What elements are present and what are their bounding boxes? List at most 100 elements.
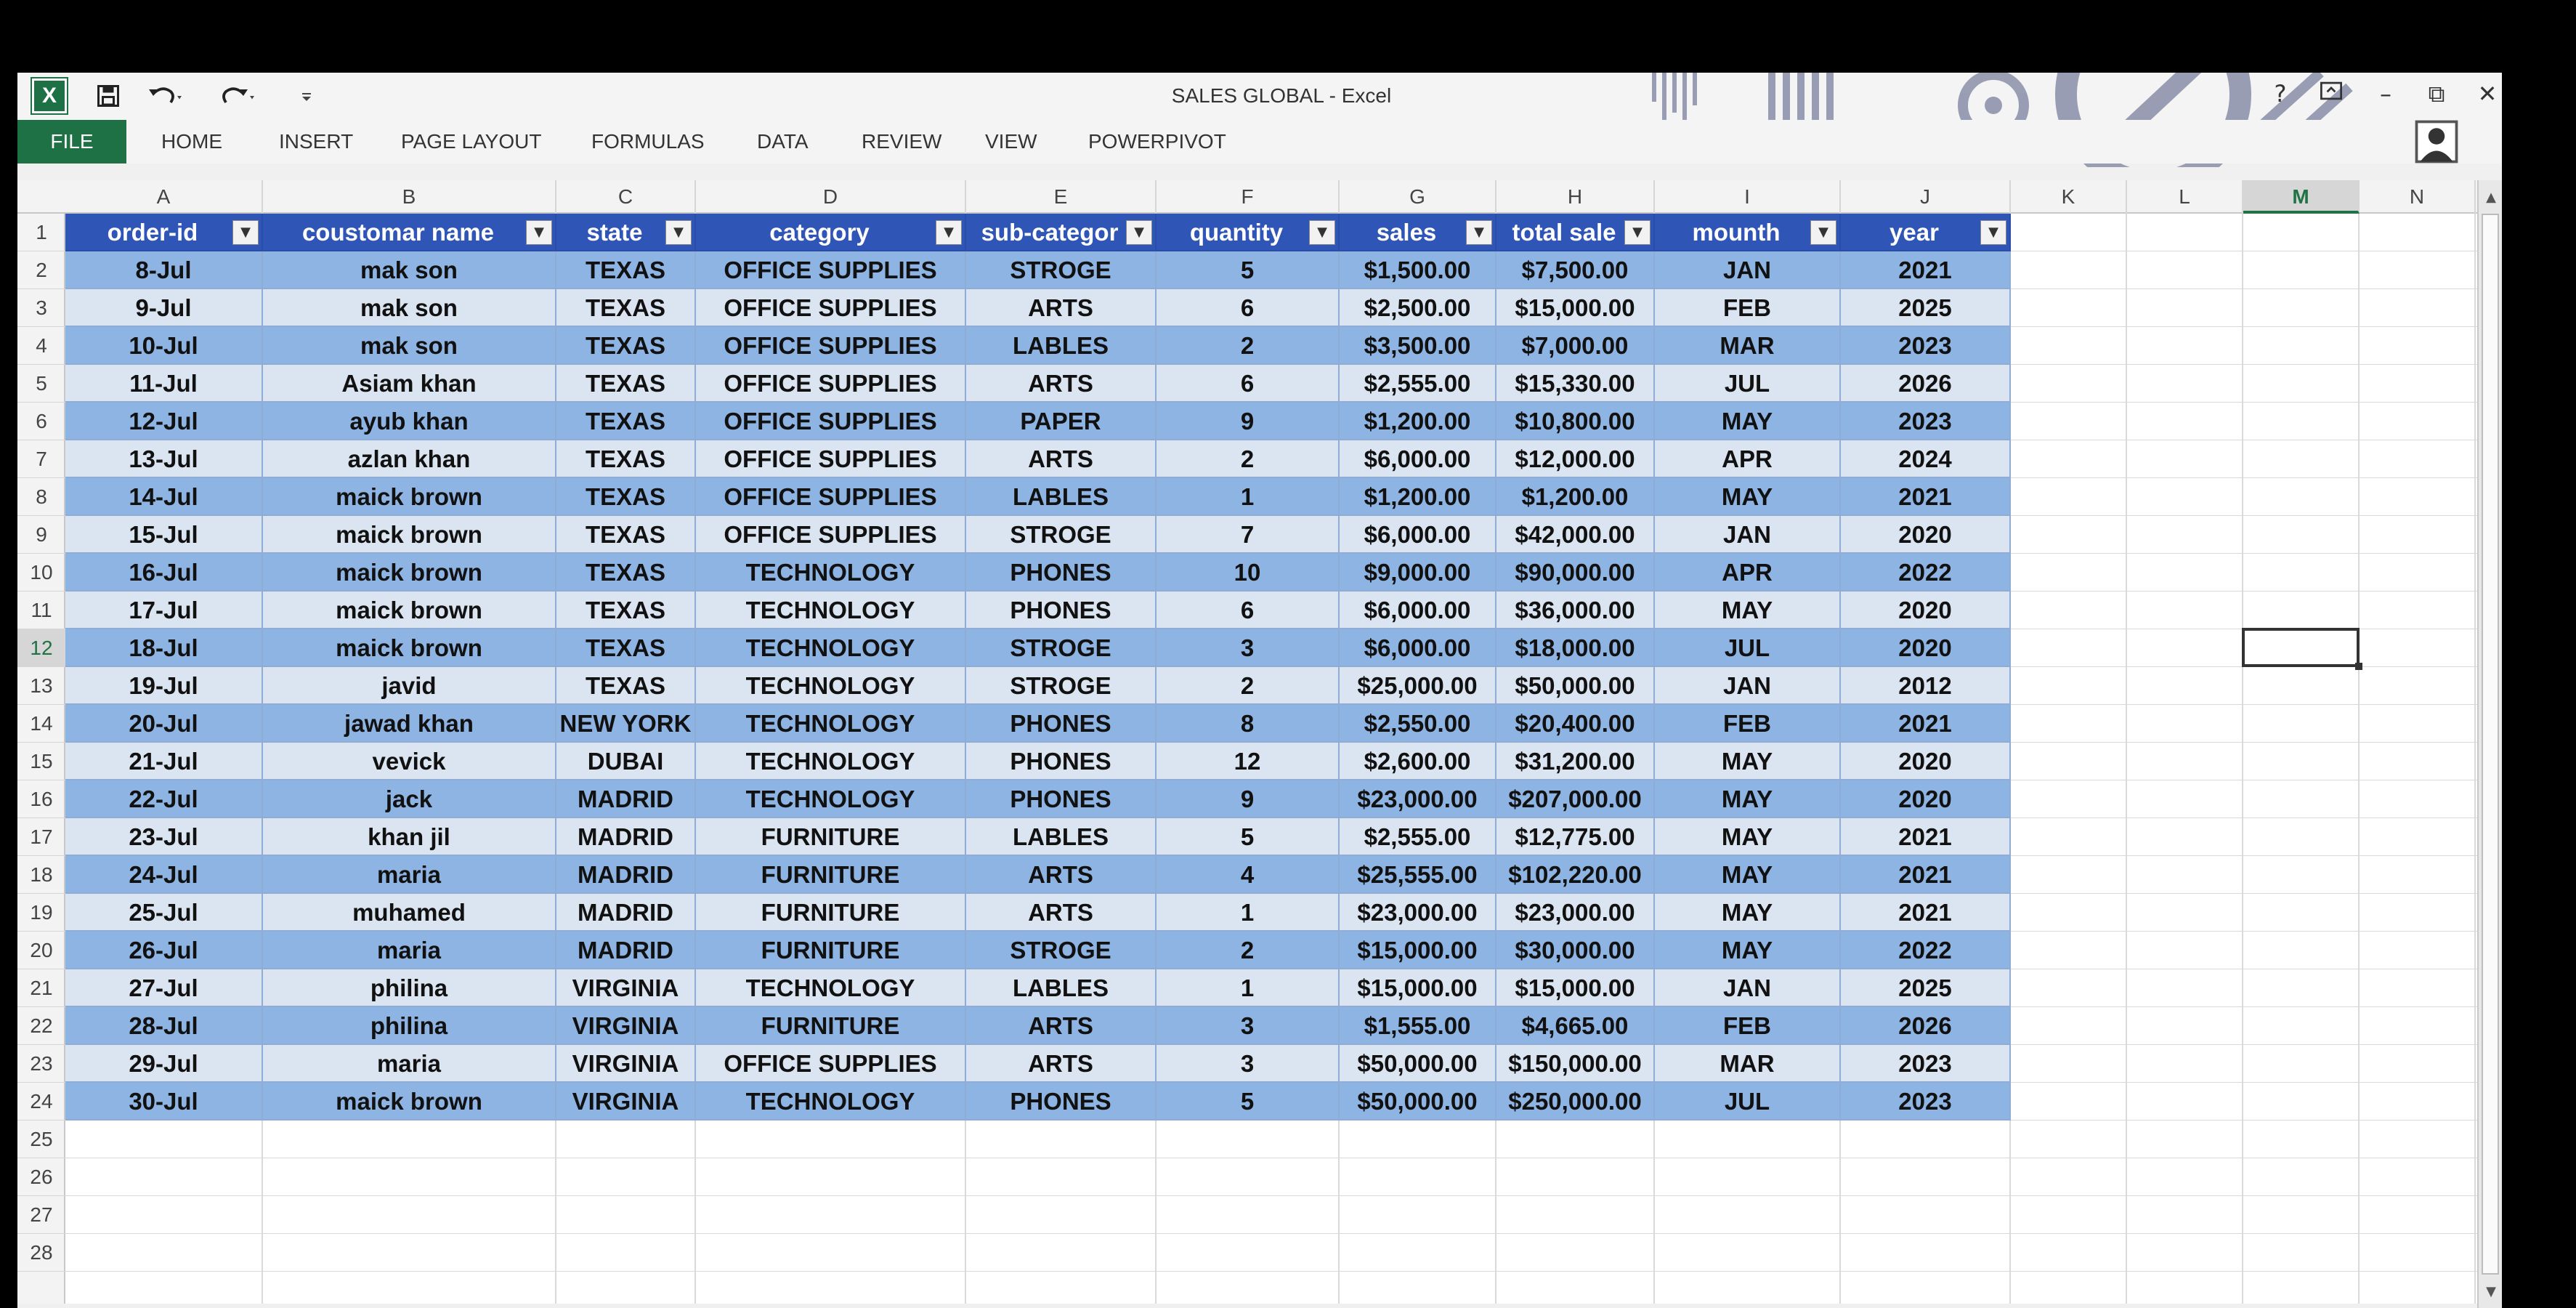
column-header-a[interactable]: A <box>65 180 263 214</box>
filter-dropdown-icon[interactable]: ▼ <box>1624 220 1650 245</box>
table-cell[interactable]: VIRGINIA <box>556 1007 696 1045</box>
table-header-cell[interactable]: order-id ▼ <box>65 214 263 251</box>
table-cell[interactable]: PHONES <box>966 592 1157 629</box>
row-header-18[interactable]: 18 <box>17 856 65 894</box>
row-header-14[interactable]: 14 <box>17 705 65 743</box>
table-cell[interactable]: OFFICE SUPPLIES <box>696 327 966 365</box>
table-cell[interactable]: 6 <box>1157 289 1340 327</box>
scroll-down-icon[interactable]: ▼ <box>2479 1277 2502 1307</box>
table-cell[interactable]: 8 <box>1157 705 1340 743</box>
table-cell[interactable]: $250,000.00 <box>1496 1083 1655 1121</box>
table-cell[interactable]: TEXAS <box>556 478 696 516</box>
table-cell[interactable]: ARTS <box>966 894 1157 932</box>
table-cell[interactable]: 7 <box>1157 516 1340 554</box>
table-cell[interactable]: $15,000.00 <box>1496 969 1655 1007</box>
table-cell[interactable]: TEXAS <box>556 365 696 403</box>
table-cell[interactable]: 1 <box>1157 969 1340 1007</box>
table-cell[interactable]: 2025 <box>1841 969 2011 1007</box>
table-cell[interactable]: 2 <box>1157 327 1340 365</box>
table-cell[interactable]: $3,500.00 <box>1340 327 1496 365</box>
row-header-12[interactable]: 12 <box>17 629 65 667</box>
table-cell[interactable]: $1,200.00 <box>1340 403 1496 440</box>
vertical-scrollbar[interactable]: ▲ ▼ <box>2477 180 2502 1308</box>
table-cell[interactable]: 28-Jul <box>65 1007 263 1045</box>
table-cell[interactable]: MAR <box>1655 327 1841 365</box>
table-cell[interactable]: MAY <box>1655 932 1841 969</box>
row-header-10[interactable]: 10 <box>17 554 65 592</box>
table-cell[interactable]: $31,200.00 <box>1496 743 1655 780</box>
table-cell[interactable]: FURNITURE <box>696 856 966 894</box>
row-header-20[interactable]: 20 <box>17 932 65 969</box>
table-cell[interactable]: PHONES <box>966 780 1157 818</box>
table-cell[interactable]: Asiam khan <box>263 365 556 403</box>
table-cell[interactable]: PHONES <box>966 554 1157 592</box>
minimize-button[interactable]: – <box>2368 80 2404 108</box>
table-cell[interactable]: FEB <box>1655 1007 1841 1045</box>
table-cell[interactable]: 2020 <box>1841 629 2011 667</box>
table-cell[interactable]: $6,000.00 <box>1340 516 1496 554</box>
table-cell[interactable]: 2023 <box>1841 1083 2011 1121</box>
tab-insert[interactable]: INSERT <box>279 130 353 153</box>
table-cell[interactable]: TECHNOLOGY <box>696 743 966 780</box>
table-cell[interactable]: $36,000.00 <box>1496 592 1655 629</box>
table-cell[interactable]: 3 <box>1157 1007 1340 1045</box>
table-cell[interactable]: 2 <box>1157 440 1340 478</box>
table-cell[interactable]: TEXAS <box>556 440 696 478</box>
customize-quick-access-icon[interactable] <box>292 80 321 112</box>
table-cell[interactable]: $23,000.00 <box>1340 780 1496 818</box>
table-cell[interactable]: OFFICE SUPPLIES <box>696 1045 966 1083</box>
table-cell[interactable]: OFFICE SUPPLIES <box>696 478 966 516</box>
tab-home[interactable]: HOME <box>161 130 222 153</box>
redo-icon[interactable] <box>214 80 264 112</box>
table-cell[interactable]: NEW YORK <box>556 705 696 743</box>
row-header-23[interactable]: 23 <box>17 1045 65 1083</box>
table-cell[interactable]: MAY <box>1655 478 1841 516</box>
table-cell[interactable]: ARTS <box>966 1045 1157 1083</box>
row-header-6[interactable]: 6 <box>17 403 65 440</box>
user-account-icon[interactable] <box>2415 120 2458 164</box>
table-cell[interactable]: maick brown <box>263 478 556 516</box>
table-cell[interactable]: 18-Jul <box>65 629 263 667</box>
table-cell[interactable]: muhamed <box>263 894 556 932</box>
table-cell[interactable]: JUL <box>1655 629 1841 667</box>
table-cell[interactable]: $20,400.00 <box>1496 705 1655 743</box>
column-header-m[interactable]: M <box>2243 180 2360 214</box>
filter-dropdown-icon[interactable]: ▼ <box>936 220 962 245</box>
table-cell[interactable]: 2021 <box>1841 856 2011 894</box>
table-cell[interactable]: 30-Jul <box>65 1083 263 1121</box>
table-cell[interactable]: $42,000.00 <box>1496 516 1655 554</box>
row-header-19[interactable]: 19 <box>17 894 65 932</box>
table-cell[interactable]: $23,000.00 <box>1496 894 1655 932</box>
table-cell[interactable]: azlan khan <box>263 440 556 478</box>
column-header-f[interactable]: F <box>1157 180 1340 214</box>
table-cell[interactable]: maria <box>263 856 556 894</box>
table-cell[interactable]: 2023 <box>1841 403 2011 440</box>
table-cell[interactable]: MADRID <box>556 856 696 894</box>
table-cell[interactable]: MAY <box>1655 743 1841 780</box>
tab-file[interactable]: FILE <box>17 120 126 164</box>
table-cell[interactable]: TECHNOLOGY <box>696 705 966 743</box>
filter-dropdown-icon[interactable]: ▼ <box>1810 220 1836 245</box>
table-cell[interactable]: ayub khan <box>263 403 556 440</box>
column-header-e[interactable]: E <box>966 180 1157 214</box>
table-cell[interactable]: 2022 <box>1841 932 2011 969</box>
table-cell[interactable]: 29-Jul <box>65 1045 263 1083</box>
table-cell[interactable]: 2012 <box>1841 667 2011 705</box>
table-cell[interactable]: MADRID <box>556 932 696 969</box>
table-cell[interactable]: 17-Jul <box>65 592 263 629</box>
table-cell[interactable]: 12 <box>1157 743 1340 780</box>
table-cell[interactable]: MADRID <box>556 894 696 932</box>
table-cell[interactable]: 5 <box>1157 818 1340 856</box>
column-header-d[interactable]: D <box>696 180 966 214</box>
ribbon-display-options-icon[interactable] <box>2313 80 2349 108</box>
table-cell[interactable]: STROGE <box>966 516 1157 554</box>
table-cell[interactable]: OFFICE SUPPLIES <box>696 251 966 289</box>
table-cell[interactable]: $50,000.00 <box>1496 667 1655 705</box>
table-header-cell[interactable]: total sale ▼ <box>1496 214 1655 251</box>
scroll-up-icon[interactable]: ▲ <box>2479 183 2502 212</box>
table-cell[interactable]: 2020 <box>1841 592 2011 629</box>
table-cell[interactable]: $25,000.00 <box>1340 667 1496 705</box>
row-header-16[interactable]: 16 <box>17 780 65 818</box>
table-cell[interactable]: maria <box>263 932 556 969</box>
table-cell[interactable]: JAN <box>1655 969 1841 1007</box>
